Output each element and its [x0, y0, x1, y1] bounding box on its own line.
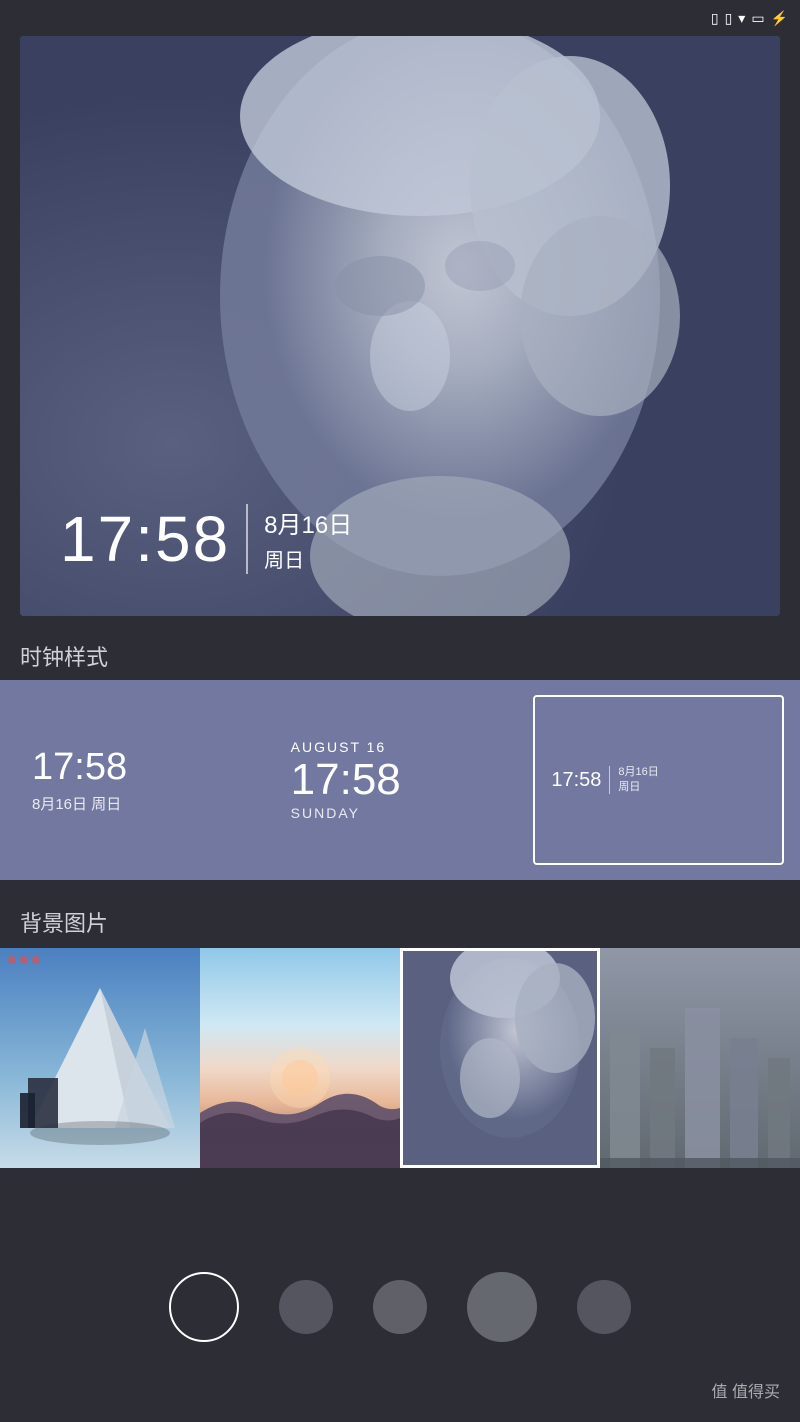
clock-opt3-date: 8月16日 周日 — [618, 765, 658, 796]
clock-opt2-time: 17:58 — [291, 755, 506, 805]
red-dot-3 — [32, 956, 40, 964]
bg-image-1[interactable] — [0, 948, 200, 1168]
bg-image-2[interactable] — [200, 948, 400, 1168]
color-dot-4[interactable] — [467, 1272, 537, 1342]
color-dot-5[interactable] — [577, 1280, 631, 1334]
hero-clock-overlay: 17:58 8月16日 周日 — [60, 502, 352, 576]
clock-opt2-day: SUNDAY — [291, 805, 506, 821]
color-dots — [0, 1272, 800, 1342]
bg-image-4[interactable] — [600, 948, 800, 1168]
clock-opt2-month: AUGUST 16 — [291, 739, 506, 755]
clock-opt3-time: 17:58 — [551, 769, 601, 792]
clock-style-selector: 17:58 8月16日 周日 AUGUST 16 17:58 SUNDAY 17… — [0, 680, 800, 880]
status-bar: ▯ ▯ ▾ ▭ ⚡ — [600, 0, 800, 36]
clock-style-label: 时钟样式 — [20, 640, 108, 672]
hero-preview: 17:58 8月16日 周日 — [20, 36, 780, 616]
watermark-text: 值 值得买 — [712, 1384, 780, 1401]
bg-images-label: 背景图片 — [20, 906, 108, 938]
clock-opt3-date1: 8月16日 — [618, 765, 658, 780]
hero-date: 8月16日 周日 — [264, 505, 352, 573]
clock-opt1-date: 8月16日 周日 — [32, 793, 247, 814]
battery-icon: ▭ — [751, 10, 764, 27]
wifi-icon: ▾ — [738, 10, 745, 27]
clock-option-3[interactable]: 17:58 8月16日 周日 — [533, 695, 784, 865]
red-dot-1 — [8, 956, 16, 964]
footer-watermark: 值 值得买 — [712, 1378, 780, 1402]
bg-images-strip — [0, 948, 800, 1168]
sim2-icon: ▯ — [725, 10, 733, 27]
clock-opt3-date2: 周日 — [618, 780, 658, 795]
clock-opt3-inner: 17:58 8月16日 周日 — [551, 765, 766, 796]
hero-date-sub: 周日 — [264, 544, 352, 573]
bg-image-3[interactable] — [400, 948, 600, 1168]
clock-opt3-divider — [609, 766, 610, 794]
sim1-icon: ▯ — [711, 10, 719, 27]
clock-option-1[interactable]: 17:58 8月16日 周日 — [16, 695, 263, 865]
clock-option-2[interactable]: AUGUST 16 17:58 SUNDAY — [275, 695, 522, 865]
color-dot-2[interactable] — [279, 1280, 333, 1334]
hero-time: 17:58 — [60, 502, 230, 576]
hero-time-divider — [246, 504, 248, 574]
color-dot-3[interactable] — [373, 1280, 427, 1334]
hero-date-main: 8月16日 — [264, 505, 352, 540]
charging-icon: ⚡ — [771, 10, 788, 27]
red-dot-2 — [20, 956, 28, 964]
color-dot-1[interactable] — [169, 1272, 239, 1342]
clock-opt1-time: 17:58 — [32, 746, 247, 789]
